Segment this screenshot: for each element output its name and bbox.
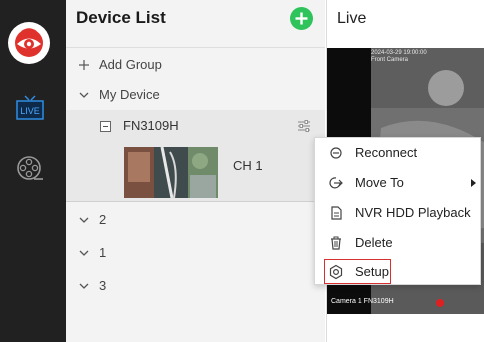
live-label: LIVE [20,106,40,116]
osd-overlay-bottom: Camera 1 FN3109H [331,298,394,305]
panel-title: Device List [76,8,166,27]
group-item[interactable]: 3 [66,271,325,301]
device-item[interactable]: FN3109H CH 1 [66,110,325,202]
osd-overlay-top: 2024-03-29 19:00:00 Front Camera [371,50,427,64]
film-reel-icon [17,156,43,180]
group-label: 3 [99,278,107,293]
group-label: 1 [99,245,107,260]
sidebar-item-live[interactable]: LIVE [15,94,45,122]
chevron-down-icon [79,92,89,98]
menu-item-nvr-hdd-playback[interactable]: NVR HDD Playback [315,198,480,228]
chevron-down-icon [79,217,89,223]
menu-label: Delete [355,235,393,250]
add-group-label: Add Group [99,57,162,72]
group-label: 2 [99,212,107,227]
plus-icon [295,12,308,25]
menu-label: Move To [355,175,404,190]
channel-label: CH 1 [233,158,263,173]
sidebar-item-playback[interactable] [16,154,44,182]
move-arrow-icon [329,177,343,189]
reconnect-icon [330,147,342,159]
live-tv-icon: LIVE [16,95,44,120]
menu-item-reconnect[interactable]: Reconnect [315,138,480,168]
chevron-down-icon [79,283,89,289]
device-context-menu: Reconnect Move To NVR HDD Playback Delet… [314,137,481,285]
my-device-group[interactable]: My Device [66,80,325,110]
document-icon [331,206,342,220]
device-list-panel: Device List Add Group My Device FN3109H [66,0,325,342]
record-indicator [436,299,444,307]
plus-icon [79,60,89,70]
left-icon-rail: LIVE [0,0,66,342]
live-title: Live [337,10,367,27]
menu-label: NVR HDD Playback [355,205,471,220]
group-item[interactable]: 2 [66,205,325,235]
setup-highlight-box [324,259,391,284]
osd-timestamp: 2024-03-29 19:00:00 [371,50,427,56]
submenu-arrow-icon [471,179,476,187]
chevron-down-icon [79,250,89,256]
add-device-button[interactable] [290,7,313,30]
eye-logo-icon [15,28,43,57]
menu-label: Reconnect [355,145,418,160]
menu-item-delete[interactable]: Delete [315,228,480,258]
group-item[interactable]: 1 [66,238,325,268]
sliders-icon[interactable] [297,119,311,133]
app-logo[interactable] [8,22,50,64]
collapse-icon[interactable] [100,121,111,132]
trash-icon [331,236,341,250]
osd-camera-name: Front Camera [371,57,409,63]
add-group-row[interactable]: Add Group [66,50,325,80]
channel-thumbnail[interactable] [124,147,218,198]
panel-header: Device List [66,0,325,48]
menu-item-move-to[interactable]: Move To [315,168,480,198]
my-device-label: My Device [99,87,160,102]
camera-thumbnail-image [124,147,218,198]
device-name: FN3109H [123,118,179,133]
